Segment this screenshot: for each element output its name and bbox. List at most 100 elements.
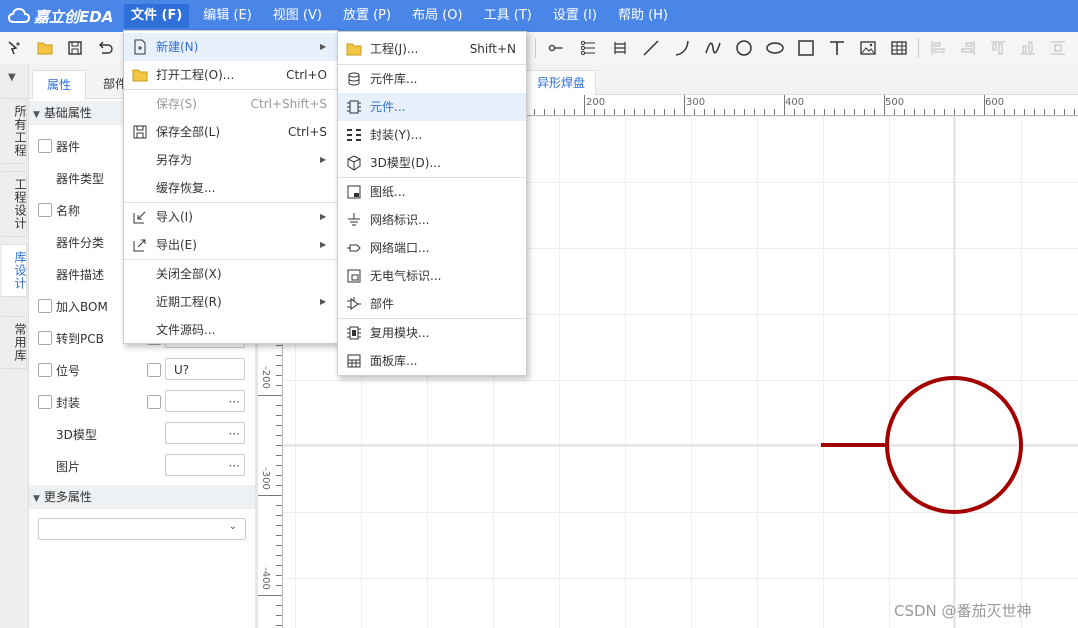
footprint-checkbox[interactable] [38, 395, 52, 409]
module-icon [347, 326, 361, 340]
ruler-label: -200 [259, 366, 271, 389]
menu-item-open-project[interactable]: 打开工程(O)... Ctrl+O [124, 61, 337, 89]
footprint-input[interactable]: ··· [165, 390, 245, 412]
align-right-icon[interactable] [958, 38, 978, 58]
menu-tools[interactable]: 工具 (T) [477, 4, 539, 28]
arc-tool-icon[interactable] [672, 38, 692, 58]
ellipse-tool-icon[interactable] [765, 38, 785, 58]
pin-icon[interactable]: ▼ [8, 72, 16, 83]
left-vertical-tabs: ▼ 所有工程 工程设计 库设计 常用库 [0, 64, 29, 628]
device-checkbox[interactable] [38, 139, 52, 153]
more-icon[interactable]: ··· [229, 391, 240, 413]
new-file-icon [134, 39, 146, 55]
menu-file[interactable]: 文件 (F) [124, 4, 190, 28]
menu-item-new-symbol[interactable]: 元件... [338, 93, 526, 121]
row-3d-model: 3D模型 ··· [29, 419, 255, 447]
line-tool-icon[interactable] [641, 38, 661, 58]
align-top-icon[interactable] [988, 38, 1008, 58]
footprint-visible-checkbox[interactable] [147, 395, 161, 409]
category-label: 器件分类 [56, 236, 105, 250]
menu-item-new-project[interactable]: 工程(J)... Shift+N [338, 35, 526, 63]
chevron-down-icon: ⌄ [228, 521, 237, 532]
device-type-label: 器件类型 [56, 172, 105, 186]
menu-item-new-sheet[interactable]: 图纸... [338, 178, 526, 206]
menu-place[interactable]: 放置 (P) [336, 4, 398, 28]
menu-edit[interactable]: 编辑 (E) [196, 4, 259, 28]
section-more-label: 更多属性 [43, 490, 92, 504]
name-checkbox[interactable] [38, 203, 52, 217]
menu-item-file-source[interactable]: 文件源码... [124, 316, 337, 344]
tab-library-design[interactable]: 库设计 [2, 244, 27, 297]
designator-input[interactable]: U? [165, 358, 245, 380]
doc-tab-footprint[interactable]: 异形焊盘 [526, 70, 597, 95]
designator-visible-checkbox[interactable] [147, 363, 161, 377]
open-folder-icon[interactable] [35, 38, 55, 58]
distribute-icon[interactable] [1048, 38, 1068, 58]
menu-view[interactable]: 视图 (V) [266, 4, 329, 28]
designator-checkbox[interactable] [38, 363, 52, 377]
more-icon[interactable]: ··· [229, 423, 240, 445]
more-icon[interactable]: ··· [229, 455, 240, 477]
more-properties-select[interactable]: ⌄ [38, 518, 246, 540]
curve-tool-icon[interactable] [703, 38, 723, 58]
text-tool-icon[interactable] [827, 38, 847, 58]
menu-layout[interactable]: 布局 (O) [405, 4, 470, 28]
pin-array-icon[interactable] [578, 38, 598, 58]
align-bottom-icon[interactable] [1018, 38, 1038, 58]
menu-item-shortcut: Ctrl+O [286, 68, 327, 82]
ruler-label: -400 [259, 567, 271, 590]
undo-icon[interactable] [95, 38, 115, 58]
to-pcb-checkbox[interactable] [38, 331, 52, 345]
panel-icon [347, 354, 361, 368]
rectangle-tool-icon[interactable] [796, 38, 816, 58]
tab-all-projects[interactable]: 所有工程 [2, 98, 27, 164]
ruler-label: 300 [686, 97, 706, 108]
menu-item-export[interactable]: 导出(E) ▶ [124, 231, 337, 259]
tab-properties[interactable]: 属性 [32, 70, 87, 99]
menu-item-new[interactable]: 新建(N) ▶ [124, 33, 337, 61]
menu-item-new-part[interactable]: 部件 [338, 290, 526, 318]
menu-settings[interactable]: 设置 (I) [546, 4, 604, 28]
menu-item-label: 另存为 [156, 153, 193, 167]
table-tool-icon[interactable] [889, 38, 909, 58]
section-more-properties[interactable]: ▼ 更多属性 [29, 485, 255, 509]
menu-item-new-symbol-library[interactable]: 元件库... [338, 65, 526, 93]
add-bom-checkbox[interactable] [38, 299, 52, 313]
menu-item-new-net-label[interactable]: 网络标识... [338, 206, 526, 234]
menu-item-save[interactable]: 保存(S) Ctrl+Shift+S [124, 90, 337, 118]
menu-item-save-as[interactable]: 另存为 ▶ [124, 146, 337, 174]
menu-item-new-net-port[interactable]: 网络端口... [338, 234, 526, 262]
collapse-icon: ▼ [33, 494, 40, 504]
menu-bar: 嘉立创EDA 文件 (F) 编辑 (E) 视图 (V) 放置 (P) 布局 (O… [0, 0, 1078, 32]
menu-item-new-no-electrical-flag[interactable]: 无电气标识... [338, 262, 526, 290]
menu-item-new-panel-library[interactable]: 面板库... [338, 347, 526, 375]
database-icon [348, 72, 360, 86]
image-tool-icon[interactable] [858, 38, 878, 58]
row-image: 图片 ··· [29, 451, 255, 479]
menu-help[interactable]: 帮助 (H) [611, 4, 675, 28]
designator-label: 位号 [56, 364, 81, 378]
save-icon[interactable] [65, 38, 85, 58]
menu-item-label: 导出(E) [156, 238, 197, 252]
menu-item-label: 图纸... [370, 185, 406, 199]
part-icon [347, 297, 361, 310]
menu-item-label: 文件源码... [156, 323, 216, 337]
select-tool-icon[interactable] [5, 38, 25, 58]
circle-tool-icon[interactable] [734, 38, 754, 58]
model3d-input[interactable]: ··· [165, 422, 245, 444]
tab-project-design[interactable]: 工程设计 [2, 171, 27, 237]
image-input[interactable]: ··· [165, 454, 245, 476]
menu-item-import[interactable]: 导入(I) ▶ [124, 203, 337, 231]
menu-item-close-all[interactable]: 关闭全部(X) [124, 260, 337, 288]
menu-item-new-3d-model[interactable]: 3D模型(D)... [338, 149, 526, 177]
pin-tool-icon[interactable] [546, 38, 566, 58]
align-left-icon[interactable] [928, 38, 948, 58]
menu-item-label: 保存全部(L) [156, 125, 221, 139]
bus-tool-icon[interactable] [610, 38, 630, 58]
menu-item-new-reuse-block[interactable]: 复用模块... [338, 319, 526, 347]
menu-item-save-all[interactable]: 保存全部(L) Ctrl+S [124, 118, 337, 146]
menu-item-new-footprint[interactable]: 封装(Y)... [338, 121, 526, 149]
menu-item-recent-projects[interactable]: 近期工程(R) ▶ [124, 288, 337, 316]
tab-common-library[interactable]: 常用库 [2, 316, 27, 369]
menu-item-cache-restore[interactable]: 缓存恢复... [124, 174, 337, 202]
